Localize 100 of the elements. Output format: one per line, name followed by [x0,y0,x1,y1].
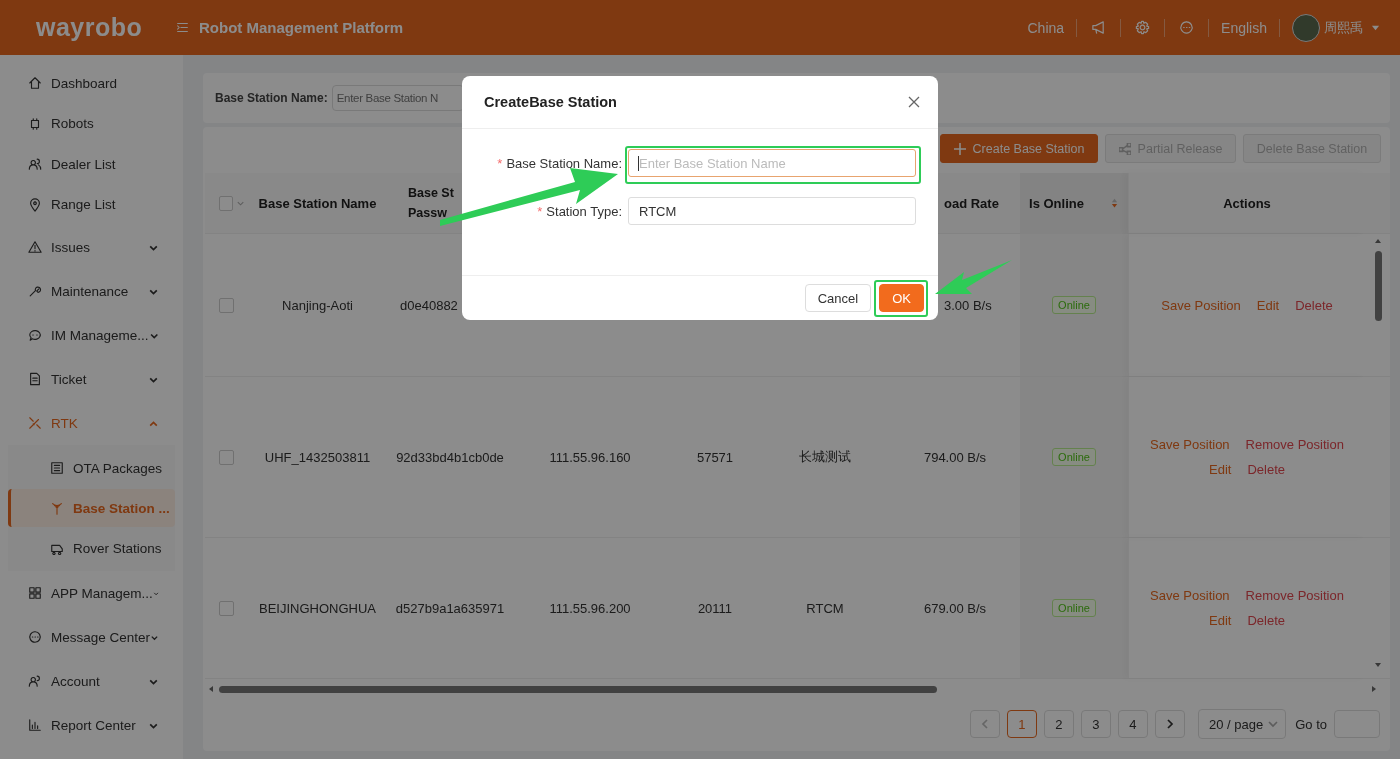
table-cell: 3.00 B/s [944,297,992,313]
goto-label: Go to [1295,716,1327,732]
table-cell: 679.00 B/s [923,600,987,616]
action-link[interactable]: Edit [1209,613,1232,628]
action-link[interactable]: Remove Position [1245,588,1344,603]
filter-label: Base Station Name: [215,91,328,105]
people-icon [28,157,42,172]
sidebar-item[interactable]: Ticket [8,357,175,401]
status-tag: Online [1052,296,1096,314]
action-link[interactable]: Delete [1295,297,1333,313]
table-cell: 长城测试 [799,448,851,466]
action-link[interactable]: Remove Position [1245,437,1344,452]
user-name[interactable]: 周熙禹 [1324,18,1363,37]
message-icon [28,630,42,644]
field-label: Base Station Name: [506,155,622,171]
action-link[interactable]: Save Position [1150,437,1230,452]
scrollbar-thumb[interactable] [219,685,937,693]
status-tag: Online [1052,448,1096,466]
column-header: Actions [1223,195,1271,211]
column-header: oad Rate [944,195,999,211]
scroll-left-arrow-icon[interactable] [209,686,213,692]
sidebar-item[interactable]: Message Center [8,615,175,659]
field-label: Station Type: [546,203,622,219]
table-cell: d527b9a1a635971 [395,600,505,616]
menu-icon[interactable] [176,21,189,34]
next-page-button[interactable] [1155,710,1185,738]
previous-page-button[interactable] [970,710,1000,738]
table-cell: 20111 [697,600,733,616]
chevron-left-icon [983,720,987,728]
table-cell: 111.55.96.200 [549,600,631,616]
sidebar-item[interactable]: APP Managem... [8,571,175,615]
sidebar-item[interactable]: Dealer List [8,144,175,185]
sidebar-item[interactable]: Maintenance [8,269,175,313]
table-cell: 111.55.96.160 [549,449,631,465]
people-icon [28,674,42,688]
caret-icon[interactable] [1371,23,1380,32]
required-mark: * [537,203,543,219]
action-link[interactable]: Delete [1247,613,1285,628]
table-cell: 92d33bd4b1cb0de [396,449,504,465]
plus-icon [953,142,966,155]
page-button[interactable]: 4 [1118,710,1148,738]
region-selector[interactable]: China [1015,19,1077,36]
sidebar-item[interactable]: RTK [8,401,175,445]
sidebar-item[interactable]: Robots [8,103,175,144]
column-header: Base St Passw [408,185,454,222]
avatar[interactable] [1292,13,1320,42]
action-link[interactable]: Edit [1209,462,1232,477]
sidebar-item[interactable]: Dashboard [8,63,175,104]
column-header[interactable]: Is Online [1029,195,1084,211]
action-link[interactable]: Save Position [1150,588,1230,603]
toolbar-button[interactable]: Create Base Station [940,134,1098,163]
column-header: Base Station Name [258,195,377,211]
document-icon [28,372,42,386]
scroll-down-arrow-icon[interactable] [1375,663,1381,667]
share-nodes-icon [1118,142,1131,155]
action-link[interactable]: Save Position [1161,297,1241,313]
list-icon [50,461,64,475]
highlight-frame [874,280,928,317]
action-link[interactable]: Edit [1256,297,1280,313]
table-cell: 794.00 B/s [923,449,987,465]
sidebar-item[interactable]: Report Center [8,703,175,747]
ok-button[interactable]: OK [879,284,924,312]
checkbox[interactable] [219,297,234,313]
page-button[interactable]: 3 [1081,710,1111,738]
search-field[interactable]: Enter Base Station N [331,85,464,111]
antenna-icon [50,501,64,515]
dialog-title: CreateBase Station [484,94,617,110]
input-field[interactable]: RTCM [628,197,916,225]
chevron-right-icon [1168,720,1172,728]
scroll-right-arrow-icon[interactable] [1372,686,1376,692]
sidebar-item[interactable]: Range List [8,184,175,225]
sort-icon[interactable] [1109,196,1119,210]
scroll-up-arrow-icon[interactable] [1375,239,1381,243]
checkbox[interactable] [219,449,234,465]
sidebar-subitem[interactable]: Rover Stations [8,529,175,567]
platform-title: Robot Management Platform [199,19,404,36]
status-tag: Online [1052,599,1096,617]
page-button[interactable]: 2 [1044,710,1074,738]
table-cell: 57571 [696,449,734,465]
location-pin-icon [28,197,42,212]
action-link[interactable]: Delete [1247,462,1285,477]
table-cell: Nanjing-Aoti [282,297,353,313]
sidebar-subitem[interactable]: OTA Packages [8,449,175,487]
chat-icon [28,328,42,342]
wrench-icon [28,284,42,298]
grid-icon [28,586,42,600]
sidebar-item[interactable]: Issues [8,225,175,269]
language-selector[interactable]: English [1209,19,1279,36]
sidebar-item[interactable]: IM Manageme... [8,313,175,357]
checkbox[interactable] [219,195,233,211]
table-cell: BEIJINGHONGHUA [259,600,376,616]
input-field[interactable]: Enter Base Station Name [628,149,916,177]
checkbox[interactable] [219,600,234,616]
scrollbar-thumb[interactable] [1375,251,1382,321]
chevron-down-icon [1269,722,1278,726]
page-button[interactable]: 1 [1007,710,1037,738]
sidebar-item[interactable]: Account [8,659,175,703]
cancel-button[interactable]: Cancel [804,284,872,312]
page-size-select[interactable]: 20 / page [1198,709,1287,739]
close-icon[interactable] [908,96,920,108]
